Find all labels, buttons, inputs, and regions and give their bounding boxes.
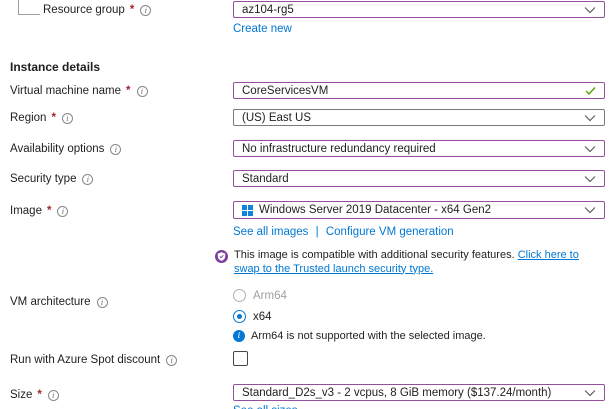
- vm-name-label: Virtual machine name* i: [10, 85, 148, 97]
- radio-arm64-label: Arm64: [253, 290, 287, 302]
- info-icon[interactable]: i: [57, 206, 68, 217]
- radio-x64-label: x64: [253, 311, 272, 323]
- chevron-down-icon: [584, 114, 596, 121]
- security-banner: This image is compatible with additional…: [234, 249, 606, 276]
- resource-group-label: Resource group* i: [43, 4, 151, 16]
- tree-connector-horizontal: [18, 14, 40, 15]
- tree-connector-vertical: [18, 0, 19, 14]
- radio-arm64[interactable]: [233, 289, 246, 302]
- image-links: See all images | Configure VM generation: [233, 226, 454, 238]
- info-icon[interactable]: i: [82, 174, 93, 185]
- required-asterisk: *: [51, 112, 55, 124]
- required-asterisk: *: [126, 85, 130, 97]
- security-banner-text: This image is compatible with additional…: [234, 249, 515, 261]
- required-asterisk: *: [130, 4, 134, 16]
- info-icon[interactable]: i: [62, 113, 73, 124]
- spot-discount-checkbox[interactable]: [233, 351, 248, 366]
- create-vm-form: Resource group* i az104-rg5 Create new I…: [0, 0, 613, 409]
- chevron-down-icon: [584, 6, 596, 13]
- region-label: Region* i: [10, 112, 73, 124]
- trusted-launch-shield-icon: [215, 250, 228, 263]
- see-all-sizes-link[interactable]: See all sizes: [233, 405, 298, 409]
- section-title: Instance details: [10, 60, 100, 74]
- image-label: Image* i: [10, 205, 68, 217]
- security-type-label: Security type i: [10, 173, 93, 185]
- size-label: Size* i: [10, 389, 59, 401]
- info-icon[interactable]: i: [48, 390, 59, 401]
- required-asterisk: *: [37, 389, 41, 401]
- info-filled-icon: i: [233, 330, 245, 342]
- info-icon[interactable]: i: [97, 297, 108, 308]
- valid-check-icon: [585, 86, 596, 95]
- radio-x64[interactable]: [233, 310, 246, 323]
- availability-options-label: Availability options i: [10, 143, 121, 155]
- chevron-down-icon: [584, 145, 596, 152]
- info-icon[interactable]: i: [110, 144, 121, 155]
- configure-vm-generation-link[interactable]: Configure VM generation: [326, 226, 454, 238]
- info-icon[interactable]: i: [140, 5, 151, 16]
- resource-group-dropdown[interactable]: az104-rg5: [233, 1, 605, 18]
- size-dropdown[interactable]: Standard_D2s_v3 - 2 vcpus, 8 GiB memory …: [233, 384, 605, 401]
- info-icon[interactable]: i: [137, 86, 148, 97]
- availability-options-dropdown[interactable]: No infrastructure redundancy required: [233, 140, 605, 157]
- arm64-note: Arm64 is not supported with the selected…: [251, 330, 486, 342]
- info-icon[interactable]: i: [166, 355, 177, 366]
- chevron-down-icon: [584, 175, 596, 182]
- windows-logo-icon: [242, 205, 253, 216]
- see-all-images-link[interactable]: See all images: [233, 226, 308, 238]
- spot-discount-label: Run with Azure Spot discount i: [10, 354, 177, 366]
- vm-name-input[interactable]: CoreServicesVM: [233, 82, 605, 99]
- link-separator: |: [316, 226, 319, 238]
- chevron-down-icon: [584, 389, 596, 396]
- chevron-down-icon: [584, 207, 596, 214]
- create-new-link[interactable]: Create new: [233, 23, 292, 35]
- image-dropdown[interactable]: Windows Server 2019 Datacenter - x64 Gen…: [233, 201, 605, 219]
- required-asterisk: *: [47, 205, 51, 217]
- region-dropdown[interactable]: (US) East US: [233, 109, 605, 126]
- vm-architecture-label: VM architecture i: [10, 296, 108, 308]
- security-type-dropdown[interactable]: Standard: [233, 170, 605, 187]
